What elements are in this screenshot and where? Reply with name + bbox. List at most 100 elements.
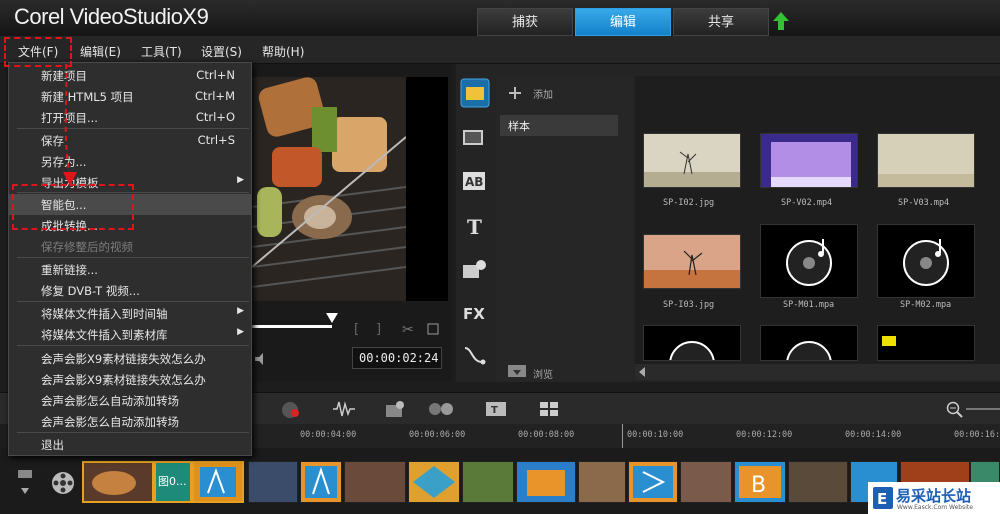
menu-exit[interactable]: 退出 xyxy=(9,434,251,455)
menu-label: 退出 xyxy=(41,438,64,452)
library-thumb[interactable] xyxy=(760,224,858,298)
scrubber-track[interactable] xyxy=(252,325,332,328)
browse-icon[interactable] xyxy=(507,364,527,378)
film-reel-icon xyxy=(52,472,74,494)
motion-tracking-icon[interactable] xyxy=(428,401,456,417)
ruler-tick: 00:00:08:00 xyxy=(518,430,575,440)
title-icon[interactable]: T xyxy=(464,216,488,238)
library-thumb[interactable] xyxy=(643,325,741,361)
transition-icon[interactable]: AB xyxy=(462,170,488,192)
auto-music-icon[interactable] xyxy=(384,399,408,419)
ruler-tick: 00:00:06:00 xyxy=(409,430,466,440)
timeline-clip[interactable] xyxy=(344,461,406,503)
zoom-slider[interactable] xyxy=(966,408,1000,410)
svg-text:]: ] xyxy=(376,322,381,337)
instant-project-icon[interactable] xyxy=(462,126,488,148)
add-label[interactable]: 添加 xyxy=(533,86,553,101)
subtitle-icon[interactable]: T xyxy=(484,399,508,419)
path-icon[interactable] xyxy=(462,344,488,366)
thumb-caption: SP-M02.mpa xyxy=(900,300,952,310)
media-icon[interactable] xyxy=(460,78,490,108)
library-thumb[interactable] xyxy=(877,133,975,188)
tab-edit[interactable]: 编辑 xyxy=(575,8,671,36)
menu-save-as[interactable]: 另存为... xyxy=(9,151,251,172)
library-thumbnail-grid xyxy=(635,76,1000,366)
menu-edit[interactable]: 编辑(E) xyxy=(80,43,121,60)
multicam-icon[interactable] xyxy=(538,399,560,419)
menu-open-project[interactable]: 打开项目... Ctrl+O xyxy=(9,107,251,128)
workspace-tabs: 捕获 编辑 共享 xyxy=(477,8,769,36)
library-scrollbar[interactable] xyxy=(635,364,1000,380)
timeline-clip-label[interactable]: 图0... xyxy=(154,461,192,503)
menu-separator xyxy=(17,128,249,129)
menu-save[interactable]: 保存 Ctrl+S xyxy=(9,130,251,151)
timeline-clip[interactable] xyxy=(578,461,626,503)
menu-settings[interactable]: 设置(S) xyxy=(201,43,242,60)
tab-share[interactable]: 共享 xyxy=(673,8,769,36)
scrubber-handle[interactable] xyxy=(326,313,338,323)
menu-shortcut: Ctrl+N xyxy=(196,68,235,82)
svg-text:T: T xyxy=(491,405,498,416)
library-folder-sample[interactable]: 样本 xyxy=(500,115,618,136)
menu-new-html5-project[interactable]: 新建 HTML5 项目 Ctrl+M xyxy=(9,86,251,107)
menu-recent-file[interactable]: 会声会影X9素材链接失效怎么办 xyxy=(9,369,251,390)
timeline-transition[interactable]: B xyxy=(734,461,786,503)
filter-icon[interactable]: FX xyxy=(462,302,488,324)
library-thumb[interactable] xyxy=(877,325,975,361)
menu-relink[interactable]: 重新链接... xyxy=(9,259,251,280)
menu-separator xyxy=(17,432,249,433)
timeline-clip[interactable] xyxy=(248,461,298,503)
menu-tools[interactable]: 工具(T) xyxy=(141,43,182,60)
timeline-transition[interactable] xyxy=(516,461,576,503)
menu-new-project[interactable]: 新建项目 Ctrl+N xyxy=(9,65,251,86)
graphic-icon[interactable] xyxy=(462,258,488,280)
menu-repair-dvb[interactable]: 修复 DVB-T 视频... xyxy=(9,280,251,301)
record-icon[interactable] xyxy=(280,399,302,419)
audio-wave-icon[interactable] xyxy=(332,399,356,419)
timecode-display[interactable]: 00:00:02:24 xyxy=(352,347,442,369)
menu-recent-file[interactable]: 会声会影怎么自动添加转场 xyxy=(9,390,251,411)
library-thumb[interactable] xyxy=(760,325,858,361)
menu-help[interactable]: 帮助(H) xyxy=(262,43,304,60)
app-title: Corel VideoStudioX9 xyxy=(14,4,209,29)
playhead[interactable] xyxy=(622,424,623,448)
upload-arrow-icon[interactable] xyxy=(773,12,789,30)
track-manager-icon[interactable] xyxy=(16,468,40,498)
menu-separator xyxy=(17,301,249,302)
ruler-tick: 00:00:04:00 xyxy=(300,430,357,440)
library-thumb[interactable] xyxy=(760,133,858,188)
add-icon[interactable] xyxy=(508,86,522,100)
menu-save-trimmed-video[interactable]: 保存修整后的视频 xyxy=(9,236,251,257)
watermark-text: 易采站长站 xyxy=(896,487,972,505)
volume-icon[interactable] xyxy=(254,352,268,366)
menu-bar: 文件(F) 编辑(E) 工具(T) 设置(S) 帮助(H) xyxy=(0,36,1000,64)
timeline-transition[interactable] xyxy=(628,461,678,503)
menu-insert-to-library[interactable]: 将媒体文件插入到素材库 ▶ xyxy=(9,324,251,345)
menu-label: 重新链接... xyxy=(41,263,98,277)
timeline-transition[interactable] xyxy=(408,461,460,503)
timeline-clip[interactable] xyxy=(788,461,848,503)
timeline-transition[interactable] xyxy=(300,461,342,503)
tab-capture[interactable]: 捕获 xyxy=(477,8,573,36)
zoom-out-icon[interactable] xyxy=(946,401,964,419)
library-thumb[interactable] xyxy=(877,224,975,298)
menu-label: 保存修整后的视频 xyxy=(41,240,133,254)
library-category-bar: AB T FX xyxy=(456,76,496,382)
timeline-clip[interactable] xyxy=(462,461,514,503)
menu-label: 将媒体文件插入到素材库 xyxy=(41,328,168,342)
timeline-clip[interactable] xyxy=(82,461,154,503)
library-thumb[interactable] xyxy=(643,234,741,289)
timeline-clip[interactable] xyxy=(680,461,732,503)
submenu-arrow-icon: ▶ xyxy=(237,327,244,337)
menu-insert-to-timeline[interactable]: 将媒体文件插入到时间轴 ▶ xyxy=(9,303,251,324)
title-bar: Corel VideoStudioX9 捕获 编辑 共享 xyxy=(0,0,1000,36)
library-thumb[interactable] xyxy=(643,133,741,188)
timeline-transition[interactable] xyxy=(192,461,244,503)
menu-recent-file[interactable]: 会声会影怎么自动添加转场 xyxy=(9,411,251,432)
watermark-logo-icon: E xyxy=(873,487,893,509)
watermark-subtext: Www.Easck.Com Website xyxy=(897,504,973,511)
menu-recent-file[interactable]: 会声会影X9素材链接失效怎么办 xyxy=(9,348,251,369)
browse-label[interactable]: 浏览 xyxy=(533,366,553,381)
svg-text:B: B xyxy=(751,473,766,498)
svg-text:E: E xyxy=(877,490,887,508)
